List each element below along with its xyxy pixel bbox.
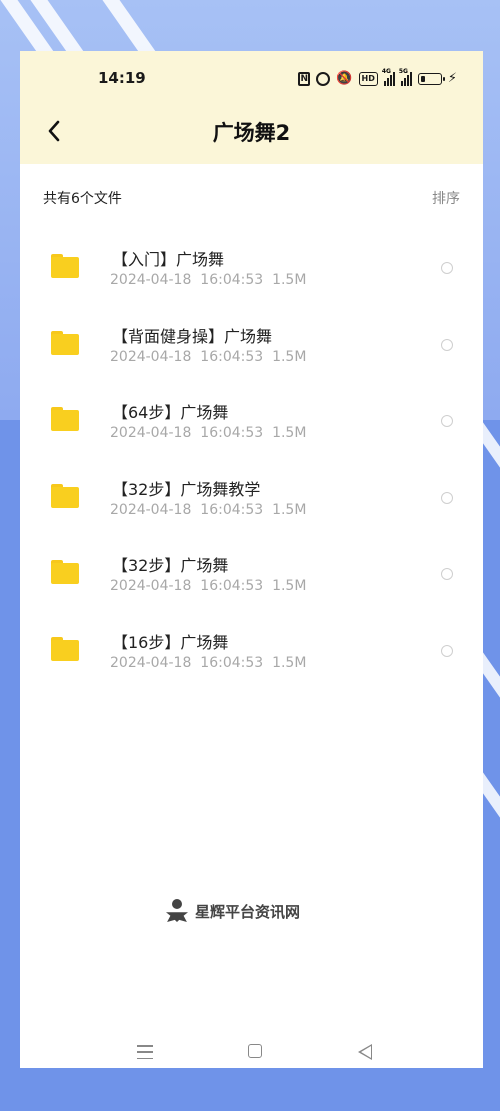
phone-screen: 14:19 N 🔕 HD 4G 5G ⚡ 广场舞2 共有6个文件 排序 【入门】… — [20, 51, 483, 1068]
nav-back-button[interactable] — [358, 1044, 372, 1060]
file-meta: 2024-04-18 16:04:53 1.5M — [110, 349, 306, 365]
folder-icon — [51, 407, 79, 431]
file-name: 【16步】广场舞 — [112, 632, 229, 652]
title-bar: 广场舞2 — [20, 113, 483, 149]
file-meta: 2024-04-18 16:04:53 1.5M — [110, 272, 306, 288]
status-time: 14:19 — [98, 69, 146, 87]
nav-recents-button[interactable] — [137, 1045, 153, 1059]
folder-icon — [51, 483, 79, 508]
nav-home-button[interactable] — [248, 1044, 262, 1058]
signal-5g-icon: 5G — [399, 68, 412, 86]
file-date: 2024-04-18 — [110, 501, 192, 518]
file-size: 1.5M — [272, 272, 307, 288]
select-radio[interactable] — [441, 262, 453, 274]
file-size: 1.5M — [272, 348, 307, 365]
file-row[interactable]: 【32步】广场舞 2024-04-18 16:04:53 1.5M — [20, 539, 483, 616]
watermark-logo-icon — [165, 899, 189, 923]
watermark: 星辉平台资讯网 — [165, 899, 300, 923]
sort-button[interactable]: 排序 — [432, 188, 460, 208]
folder-icon — [51, 560, 79, 584]
file-time: 16:04:53 — [200, 425, 264, 441]
file-time: 16:04:53 — [200, 348, 264, 365]
charging-icon: ⚡ — [447, 71, 457, 86]
watermark-text: 星辉平台资讯网 — [195, 902, 301, 921]
file-name: 【32步】广场舞教学 — [112, 479, 261, 499]
file-date: 2024-04-18 — [110, 654, 192, 671]
status-bar: 14:19 N 🔕 HD 4G 5G ⚡ — [20, 68, 483, 93]
select-radio[interactable] — [441, 644, 453, 657]
file-name: 【32步】广场舞 — [112, 556, 229, 575]
battery-icon — [417, 72, 445, 85]
file-size: 1.5M — [272, 425, 307, 441]
select-radio[interactable] — [441, 338, 453, 351]
list-summary: 共有6个文件 排序 — [20, 188, 483, 212]
file-date: 2024-04-18 — [110, 425, 192, 441]
nfc-icon: N — [298, 71, 311, 86]
file-meta: 2024-04-18 16:04:53 1.5M — [110, 578, 306, 594]
select-radio[interactable] — [441, 415, 453, 427]
folder-icon — [51, 254, 79, 278]
file-date: 2024-04-18 — [110, 578, 192, 594]
file-meta: 2024-04-18 16:04:53 1.5M — [110, 425, 306, 441]
file-time: 16:04:53 — [200, 272, 264, 288]
file-size: 1.5M — [272, 501, 307, 518]
network-type-label: 5G — [398, 67, 408, 75]
file-row[interactable]: 【背面健身操】广场舞 2024-04-18 16:04:53 1.5M — [20, 310, 483, 387]
file-row[interactable]: 【16步】广场舞 2024-04-18 16:04:53 1.5M — [20, 616, 483, 693]
file-row[interactable]: 【入门】广场舞 2024-04-18 16:04:53 1.5M — [20, 233, 483, 310]
mute-icon: 🔕 — [336, 71, 353, 86]
select-radio[interactable] — [441, 568, 453, 580]
file-size: 1.5M — [272, 654, 307, 671]
hd-icon: HD — [358, 71, 378, 86]
file-list: 【入门】广场舞 2024-04-18 16:04:53 1.5M 【背面健身操】广场… — [20, 233, 483, 692]
file-name: 【背面健身操】广场舞 — [112, 326, 273, 346]
file-time: 16:04:53 — [200, 578, 264, 594]
alarm-icon — [316, 71, 331, 86]
file-time: 16:04:53 — [200, 654, 264, 671]
folder-icon — [51, 330, 79, 355]
file-meta: 2024-04-18 16:04:53 1.5M — [110, 655, 306, 671]
system-nav-bar — [20, 1041, 483, 1065]
folder-icon — [51, 636, 79, 661]
file-meta: 2024-04-18 16:04:53 1.5M — [110, 502, 306, 518]
file-time: 16:04:53 — [200, 501, 264, 518]
file-date: 2024-04-18 — [110, 272, 192, 288]
file-row[interactable]: 【64步】广场舞 2024-04-18 16:04:53 1.5M — [20, 386, 483, 463]
file-name: 【64步】广场舞 — [112, 403, 229, 422]
file-date: 2024-04-18 — [110, 348, 192, 365]
file-count: 共有6个文件 — [43, 191, 122, 207]
file-row[interactable]: 【32步】广场舞教学 2024-04-18 16:04:53 1.5M — [20, 463, 483, 540]
status-icons: N 🔕 HD 4G 5G ⚡ — [298, 68, 457, 86]
page-title: 广场舞2 — [212, 121, 291, 145]
file-name: 【入门】广场舞 — [112, 250, 225, 269]
signal-4g-icon: 4G — [382, 68, 395, 86]
network-type-label: 4G — [381, 67, 391, 75]
select-radio[interactable] — [441, 491, 453, 504]
file-size: 1.5M — [272, 578, 307, 594]
header: 14:19 N 🔕 HD 4G 5G ⚡ 广场舞2 — [20, 51, 483, 164]
